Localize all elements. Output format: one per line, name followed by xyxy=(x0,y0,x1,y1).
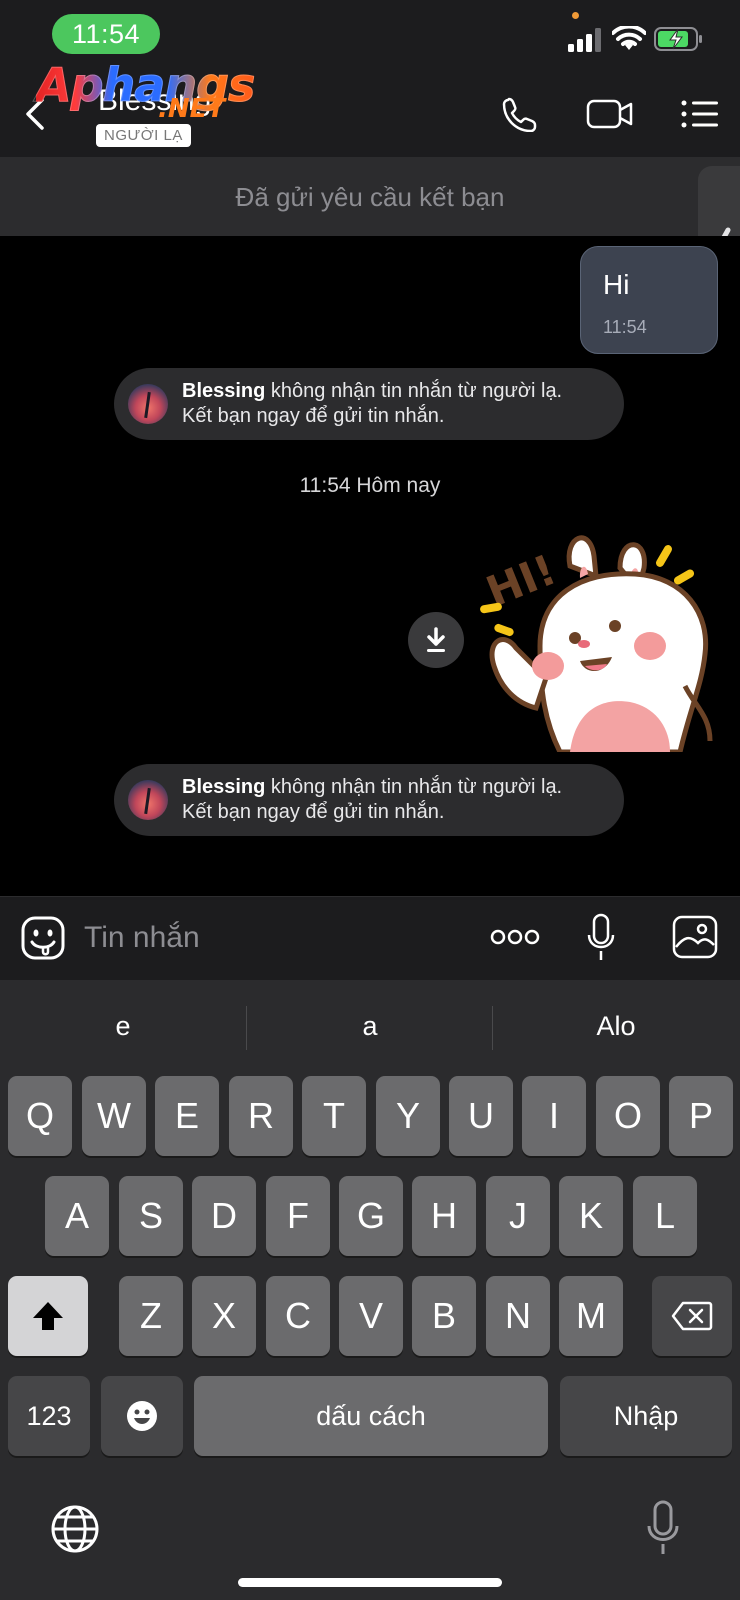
key-q[interactable]: Q xyxy=(8,1076,72,1156)
message-time: 11:54 xyxy=(603,317,647,337)
cellular-signal-icon xyxy=(568,28,601,52)
phone-call-icon[interactable] xyxy=(500,96,540,132)
key-z[interactable]: Z xyxy=(119,1276,183,1356)
more-options-icon[interactable] xyxy=(490,927,540,947)
key-x[interactable]: X xyxy=(192,1276,256,1356)
privacy-indicator-dot xyxy=(572,12,579,19)
emoji-key[interactable] xyxy=(101,1376,183,1456)
key-c[interactable]: C xyxy=(266,1276,330,1356)
home-indicator[interactable] xyxy=(238,1578,502,1587)
outgoing-message-bubble[interactable]: Hi 11:54 xyxy=(580,246,718,354)
notice-name: Blessing xyxy=(182,380,266,402)
notice-name: Blessing xyxy=(182,776,266,798)
key-i[interactable]: I xyxy=(522,1076,586,1156)
video-call-icon[interactable] xyxy=(586,96,634,132)
notice-text: Blessing không nhận tin nhắn từ người lạ… xyxy=(182,379,562,429)
key-a[interactable]: A xyxy=(45,1176,109,1256)
chat-area[interactable]: Hi 11:54 Blessing không nhận tin nhắn từ… xyxy=(0,236,740,896)
stranger-notice: Blessing không nhận tin nhắn từ người lạ… xyxy=(114,368,624,440)
dictation-mic-icon[interactable] xyxy=(646,1500,680,1556)
key-h[interactable]: H xyxy=(412,1176,476,1256)
globe-language-icon[interactable] xyxy=(50,1504,100,1554)
return-key[interactable]: Nhập xyxy=(560,1376,732,1456)
key-b[interactable]: B xyxy=(412,1276,476,1356)
stranger-notice: Blessing không nhận tin nhắn từ người lạ… xyxy=(114,764,624,836)
numbers-key[interactable]: 123 xyxy=(8,1376,90,1456)
shift-arrow-icon xyxy=(33,1302,63,1330)
download-button[interactable] xyxy=(408,612,464,668)
notice-line2: Kết bạn ngay để gửi tin nhắn. xyxy=(182,405,445,427)
shift-key[interactable] xyxy=(8,1276,88,1356)
suggestion-3[interactable]: Alo xyxy=(493,980,739,1072)
microphone-icon[interactable] xyxy=(586,913,616,963)
message-input[interactable] xyxy=(84,915,464,961)
key-e[interactable]: E xyxy=(155,1076,219,1156)
key-n[interactable]: N xyxy=(486,1276,550,1356)
notice-line2: Kết bạn ngay để gửi tin nhắn. xyxy=(182,801,445,823)
key-w[interactable]: W xyxy=(82,1076,146,1156)
chat-header: Blessing NGƯỜI LẠ Aphangs .NET xyxy=(0,58,740,158)
key-p[interactable]: P xyxy=(669,1076,733,1156)
bunny-hi-sticker[interactable]: HI! xyxy=(480,526,720,752)
notice-line1: không nhận tin nhắn từ người lạ. xyxy=(265,776,563,798)
contact-name[interactable]: Blessing xyxy=(98,84,211,118)
avatar[interactable] xyxy=(128,780,168,820)
friend-request-banner: Đã gửi yêu cầu kết bạn xyxy=(0,158,740,236)
time-divider: 11:54 Hôm nay xyxy=(299,474,441,497)
on-screen-keyboard: e a Alo Q W E R T Y U I O P A S D F G H … xyxy=(0,980,740,1600)
key-f[interactable]: F xyxy=(266,1176,330,1256)
avatar[interactable] xyxy=(128,384,168,424)
suggestion-2[interactable]: a xyxy=(247,980,493,1072)
key-v[interactable]: V xyxy=(339,1276,403,1356)
status-bar: 11:54 xyxy=(0,0,740,68)
stranger-tag: NGƯỜI LẠ xyxy=(96,124,191,147)
suggestion-1[interactable]: e xyxy=(0,980,246,1072)
battery-charging-icon xyxy=(654,27,702,51)
key-o[interactable]: O xyxy=(596,1076,660,1156)
message-text: Hi xyxy=(603,269,630,300)
key-u[interactable]: U xyxy=(449,1076,513,1156)
key-l[interactable]: L xyxy=(633,1176,697,1256)
key-y[interactable]: Y xyxy=(376,1076,440,1156)
status-time[interactable]: 11:54 xyxy=(52,14,160,54)
back-arrow-icon[interactable] xyxy=(22,96,52,132)
key-r[interactable]: R xyxy=(229,1076,293,1156)
message-input-bar xyxy=(0,896,740,980)
wifi-icon xyxy=(612,26,646,50)
backspace-icon xyxy=(671,1301,713,1331)
space-key[interactable]: dấu cách xyxy=(194,1376,548,1456)
key-d[interactable]: D xyxy=(192,1176,256,1256)
key-g[interactable]: G xyxy=(339,1176,403,1256)
suggestion-bar: e a Alo xyxy=(0,980,740,1072)
emoji-face-icon xyxy=(127,1401,157,1431)
sticker-emoji-icon[interactable] xyxy=(20,915,66,961)
menu-list-icon[interactable] xyxy=(680,96,720,132)
download-icon xyxy=(427,627,445,652)
key-s[interactable]: S xyxy=(119,1176,183,1256)
key-j[interactable]: J xyxy=(486,1176,550,1256)
key-t[interactable]: T xyxy=(302,1076,366,1156)
key-k[interactable]: K xyxy=(559,1176,623,1256)
notice-line1: không nhận tin nhắn từ người lạ. xyxy=(265,380,563,402)
key-m[interactable]: M xyxy=(559,1276,623,1356)
image-gallery-icon[interactable] xyxy=(672,915,718,959)
notice-text: Blessing không nhận tin nhắn từ người lạ… xyxy=(182,775,562,825)
backspace-key[interactable] xyxy=(652,1276,732,1356)
